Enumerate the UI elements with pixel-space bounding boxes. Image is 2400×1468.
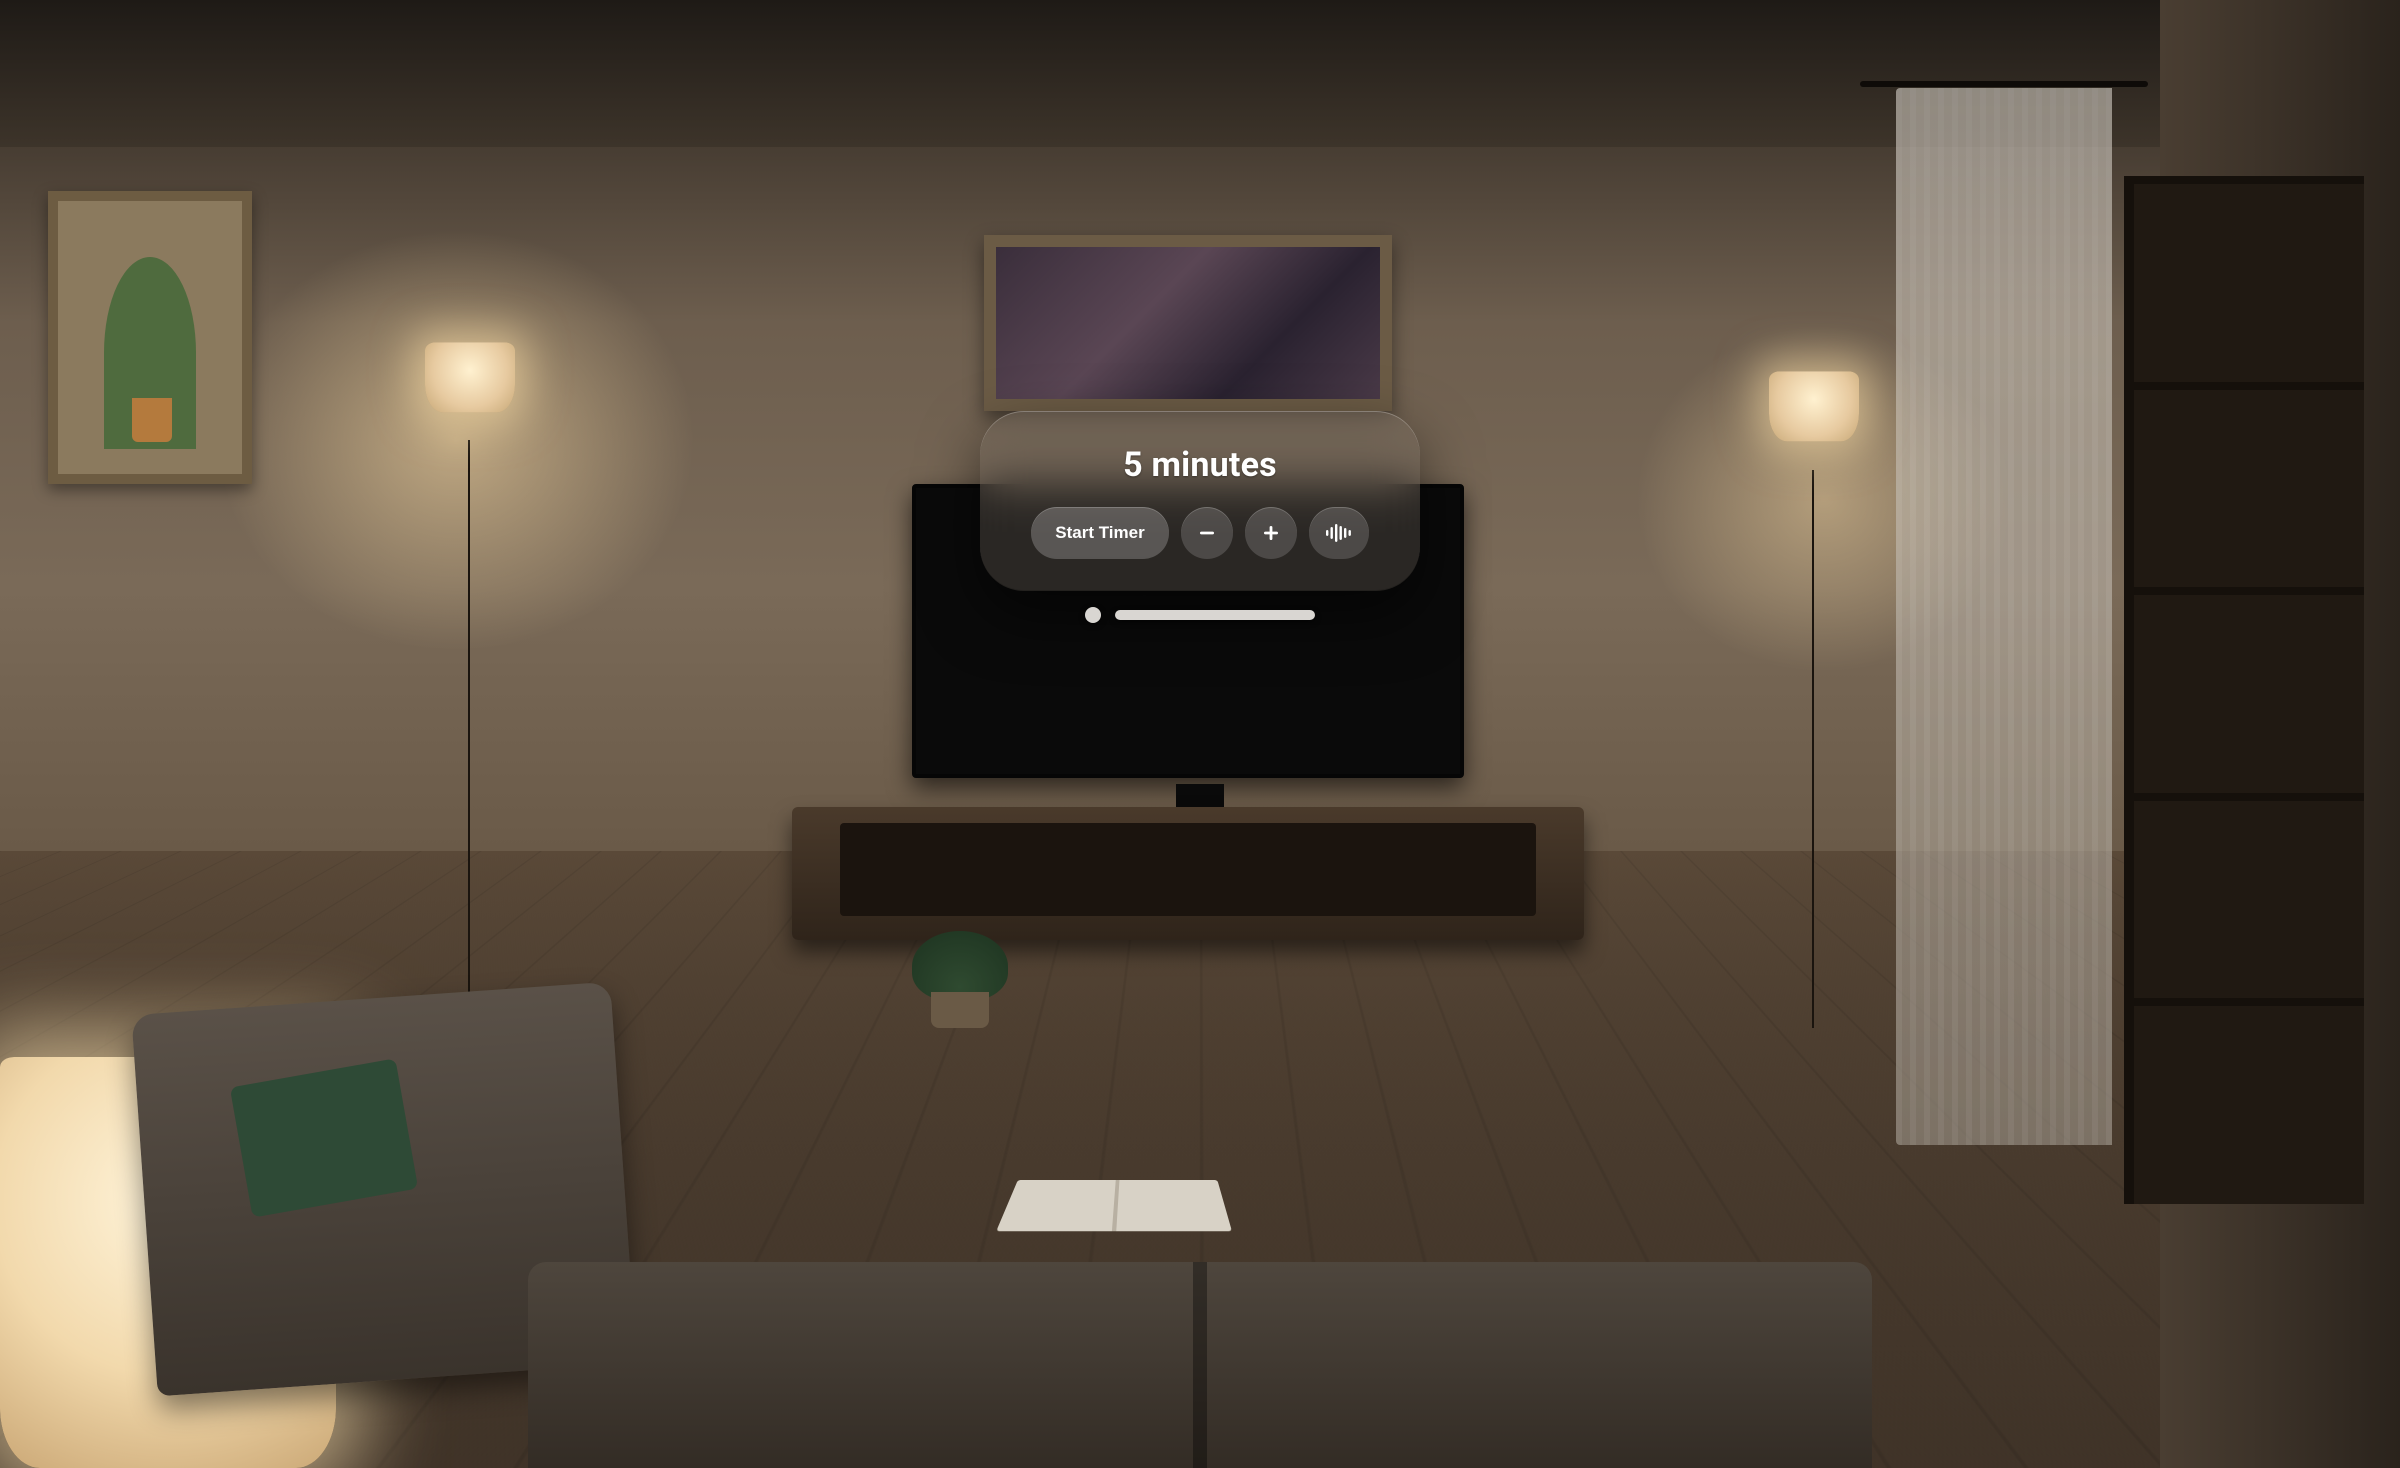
timer-duration-label: 5 minutes <box>1018 445 1382 485</box>
plus-icon <box>1261 523 1281 543</box>
room-environment: 5 minutes Start Timer <box>0 0 2400 1468</box>
tv-console <box>792 807 1584 939</box>
curtain <box>1896 88 2112 1145</box>
start-timer-button[interactable]: Start Timer <box>1031 507 1168 559</box>
floor-lamp-left-shade <box>425 342 515 412</box>
siri-waveform-icon <box>1325 523 1353 543</box>
timer-controls: Start Timer <box>1018 507 1382 559</box>
increase-button[interactable] <box>1245 507 1297 559</box>
wall-art-left <box>48 191 252 485</box>
curtain-rod <box>1860 81 2148 87</box>
wall-art-center <box>984 235 1392 411</box>
floor-lamp-left-pole <box>468 440 470 1027</box>
decrease-button[interactable] <box>1181 507 1233 559</box>
sofa <box>528 1262 1872 1468</box>
window-move-handle-icon[interactable] <box>1085 607 1101 623</box>
timer-panel: 5 minutes Start Timer <box>980 411 1420 591</box>
floor-lamp-right-pole <box>1812 470 1814 1028</box>
bookshelf <box>2124 176 2364 1204</box>
window-resize-control[interactable] <box>1085 607 1315 623</box>
minus-icon <box>1197 523 1217 543</box>
open-book <box>996 1180 1232 1231</box>
voice-input-button[interactable] <box>1309 507 1369 559</box>
window-resize-bar-icon[interactable] <box>1115 610 1315 620</box>
floor-lamp-right-shade <box>1769 372 1859 442</box>
potted-plant <box>912 940 1008 1028</box>
